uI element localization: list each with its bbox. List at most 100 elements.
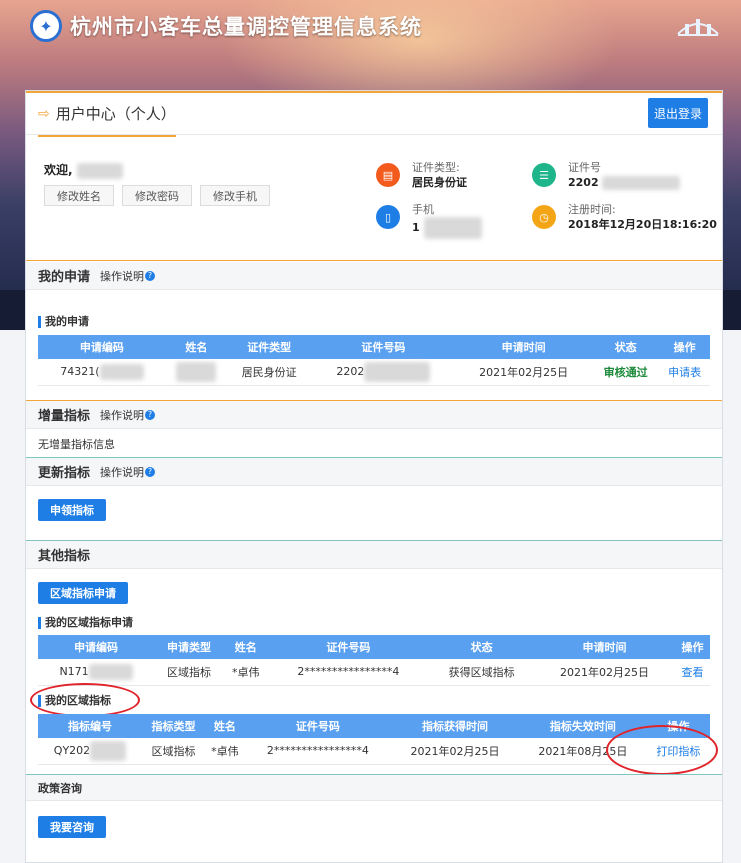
id-number-info: ☰ 证件号 2202 [532,161,681,191]
col-header: 状态 [591,335,660,359]
main-panel: ⇨ 用户中心（个人） 退出登录 欢迎, 修改姓名 修改密码 修改手机 ▤ 证件类… [25,90,723,863]
username-redacted [76,162,123,179]
col-header: 姓名 [223,635,268,659]
phone-info: ▯ 手机 1 [376,203,482,239]
section-title: 增量指标 [38,409,91,424]
cell-code: N171 [38,659,155,686]
cell-code: QY202 [38,738,142,765]
id-badge-icon: ☰ [532,163,556,187]
col-header: 指标类型 [141,714,206,738]
consult-button[interactable]: 我要咨询 [38,816,106,838]
redacted-block [90,740,127,761]
id-type-value: 居民身份证 [412,176,467,189]
col-header: 申请时间 [533,635,676,659]
view-link[interactable]: 查看 [675,659,710,686]
cell-type: 区域指标 [141,738,206,765]
redacted-block [364,361,431,382]
section-title: 更新指标 [38,466,91,481]
col-header: 操作 [675,635,710,659]
annotation-circle [30,683,140,717]
section-title: 政策咨询 [38,781,82,795]
user-center-header: ⇨ 用户中心（个人） 退出登录 [26,91,722,137]
welcome-label: 欢迎, [44,163,73,177]
col-header: 申请编码 [38,335,166,359]
edit-phone-button[interactable]: 修改手机 [200,185,270,206]
hangzhou-emblem-icon: ✦ [30,10,62,42]
user-center-title: ⇨ 用户中心（个人） [38,103,176,137]
id-number-value: 2202 [568,175,681,191]
user-center-title-text: 用户中心（个人） [55,105,176,123]
application-form-link[interactable]: 申请表 [659,359,710,386]
redacted-block [176,361,217,382]
cell-get-time: 2021年02月25日 [391,738,519,765]
col-header: 指标获得时间 [391,714,519,738]
col-header: 申请类型 [154,635,224,659]
col-header: 证件号码 [244,714,392,738]
col-header: 申请时间 [455,335,592,359]
section-renewal: 更新指标 操作说明 ? [26,458,722,486]
id-number-redacted [602,176,681,190]
help-icon: ? [145,409,156,420]
clock-icon: ◷ [532,205,556,229]
cell-code: 74321( [38,359,166,386]
help-icon: ? [145,270,156,281]
edit-password-button[interactable]: 修改密码 [122,185,192,206]
help-text: 操作说明 [100,269,145,283]
cell-id-number: 2****************4 [244,738,392,765]
arrow-right-icon: ⇨ [38,105,50,122]
help-icon: ? [145,466,156,477]
help-link[interactable]: 操作说明 ? [100,268,156,284]
cell-time: 2021年02月25日 [533,659,676,686]
cell-code-text: 74321( [60,364,100,378]
annotation-circle [606,725,718,775]
redacted-block [88,663,133,680]
cell-id-type: 居民身份证 [227,359,312,386]
logout-button[interactable]: 退出登录 [648,98,708,128]
city-skyline-logo-icon [673,12,723,38]
col-header: 证件号码 [267,635,430,659]
cell-code-text: QY202 [53,743,91,757]
phone-value: 1 [412,217,482,239]
logo-row: ✦ 杭州市小客车总量调控管理信息系统 [30,8,422,44]
section-policy: 政策咨询 [26,775,722,801]
help-link[interactable]: 操作说明 ? [100,407,156,423]
edit-name-button[interactable]: 修改姓名 [44,185,114,206]
cell-status: 获得区域指标 [429,659,534,686]
table-row: 74321( 居民身份证 2202 2021年02月25日 审核通过 申请表 [38,359,710,386]
my-application-table: 申请编码 姓名 证件类型 证件号码 申请时间 状态 操作 74321( 居民身份… [38,335,710,386]
apply-quota-button[interactable]: 申领指标 [38,499,106,521]
id-type-info: ▤ 证件类型: 居民身份证 [376,161,467,191]
cell-type: 区域指标 [154,659,224,686]
phone-redacted [423,217,482,239]
cell-id-number: 2****************4 [267,659,430,686]
id-card-icon: ▤ [376,163,400,187]
col-header: 状态 [429,635,534,659]
profile-button-group: 修改姓名 修改密码 修改手机 [44,185,270,206]
no-increment-text: 无增量指标信息 [38,438,115,451]
system-title: 杭州市小客车总量调控管理信息系统 [70,15,422,39]
redacted-block [99,363,144,380]
cell-id-number-text: 2202 [336,364,365,378]
regional-quota-apply-button[interactable]: 区域指标申请 [38,582,128,604]
register-time-info: ◷ 注册时间: 2018年12月20日18:16:20 [532,203,717,233]
welcome-text: 欢迎, [44,161,123,179]
col-header: 姓名 [205,714,245,738]
col-header: 申请编码 [38,635,155,659]
cell-code-text: N171 [59,664,89,678]
help-text: 操作说明 [100,408,145,422]
cell-time: 2021年02月25日 [455,359,592,386]
help-link[interactable]: 操作说明 ? [100,464,156,480]
register-time-value: 2018年12月20日18:16:20 [568,218,717,231]
col-header: 证件号码 [311,335,456,359]
cell-name [165,359,228,386]
regional-apply-table: 申请编码 申请类型 姓名 证件号码 状态 申请时间 操作 N171 区域指标 *… [38,635,710,686]
phone-icon: ▯ [376,205,400,229]
id-number-label: 证件号 [568,161,601,174]
phone-label: 手机 [412,203,434,216]
cell-name: *卓伟 [223,659,268,686]
section-title: 我的申请 [38,270,91,285]
section-increment: 增量指标 操作说明 ? [26,401,722,429]
col-header: 姓名 [165,335,228,359]
profile-panel: 欢迎, 修改姓名 修改密码 修改手机 ▤ 证件类型: 居民身份证 ☰ 证件号 2… [26,135,722,261]
col-header: 指标编号 [38,714,142,738]
